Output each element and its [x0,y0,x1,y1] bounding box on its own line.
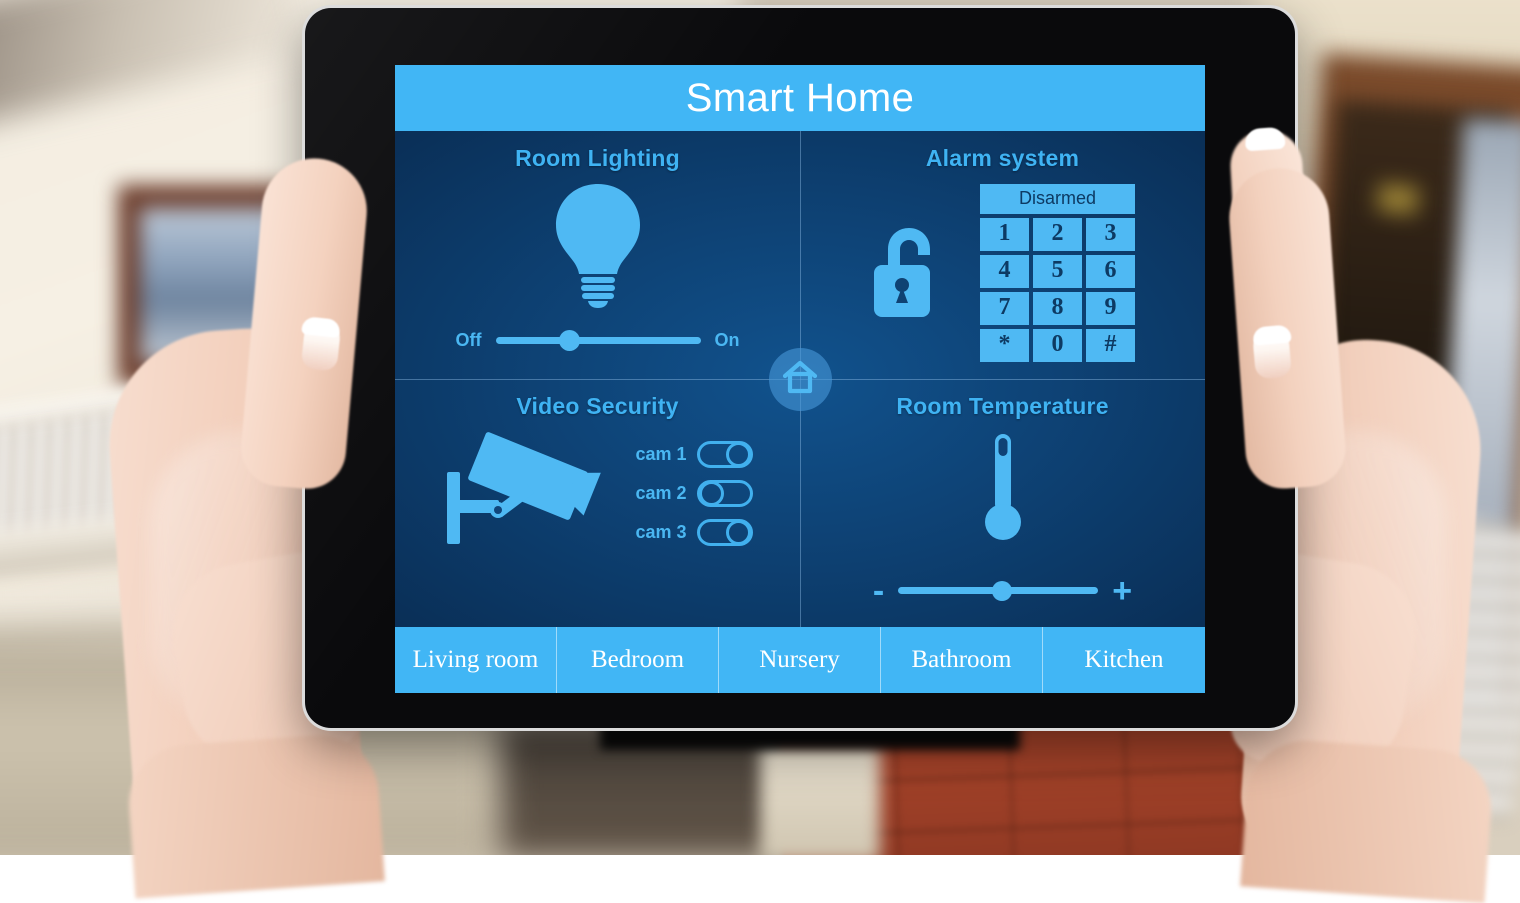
panel-title-room-lighting: Room Lighting [515,145,680,172]
camera-label-1: cam 1 [631,444,687,465]
lighting-slider-track[interactable] [496,337,701,344]
temperature-slider-track[interactable] [898,587,1098,594]
alarm-keypad[interactable]: Disarmed 1 2 3 4 5 6 7 8 9 * 0 # [980,184,1135,362]
panel-title-alarm-system: Alarm system [926,145,1079,172]
toggle-knob [699,481,724,506]
keypad-key-4[interactable]: 4 [980,255,1029,288]
camera-label-2: cam 2 [631,483,687,504]
home-button[interactable] [769,348,832,411]
keypad-key-9[interactable]: 9 [1086,292,1135,325]
lighting-slider-min-label: Off [456,330,482,351]
alarm-content-row: Disarmed 1 2 3 4 5 6 7 8 9 * 0 # [870,184,1135,362]
panel-title-room-temperature: Room Temperature [896,393,1108,420]
camera-toggle-3[interactable] [697,519,753,546]
app-title-bar: Smart Home [395,65,1205,131]
video-content-row: cam 1 cam 2 cam 3 [443,432,753,555]
temperature-slider-knob[interactable] [992,581,1012,601]
panel-video-security[interactable]: Video Security [395,379,800,627]
lightbulb-icon[interactable] [546,180,650,313]
camera-label-3: cam 3 [631,522,687,543]
keypad-key-2[interactable]: 2 [1033,218,1082,251]
lighting-slider-row[interactable]: Off On [395,330,800,351]
tablet-screen: Smart Home Room Lighting Off [395,65,1205,693]
keypad-key-3[interactable]: 3 [1086,218,1135,251]
room-tab-bar: Living room Bedroom Nursery Bathroom Kit… [395,627,1205,693]
tablet-device: Smart Home Room Lighting Off [305,8,1295,728]
tab-living-room[interactable]: Living room [395,627,557,693]
home-icon [782,360,818,399]
camera-toggle-2[interactable] [697,480,753,507]
control-grid: Room Lighting Off On [395,131,1205,627]
keypad-key-hash[interactable]: # [1086,329,1135,362]
tab-bedroom[interactable]: Bedroom [557,627,719,693]
lighting-slider-knob[interactable] [559,330,580,351]
temperature-increase-label[interactable]: + [1112,581,1132,601]
bg-door-glint [1377,183,1420,215]
toggle-knob [726,442,751,467]
temperature-slider-row[interactable]: - + [800,581,1205,601]
alarm-status-badge: Disarmed [980,184,1135,214]
toggle-knob [726,520,751,545]
panel-title-video-security: Video Security [516,393,678,420]
camera-row-3[interactable]: cam 3 [631,519,753,546]
right-hand-wrist [1240,737,1495,903]
keypad-key-6[interactable]: 6 [1086,255,1135,288]
left-hand-wrist [125,731,385,898]
keypad-key-1[interactable]: 1 [980,218,1029,251]
bg-step-edge [760,742,880,855]
camera-row-1[interactable]: cam 1 [631,441,753,468]
keypad-key-8[interactable]: 8 [1033,292,1082,325]
camera-toggle-list: cam 1 cam 2 cam 3 [631,441,753,546]
tab-nursery[interactable]: Nursery [719,627,881,693]
panel-room-lighting[interactable]: Room Lighting Off On [395,131,800,379]
panel-alarm-system[interactable]: Alarm system Disarmed 1 2 [800,131,1205,379]
camera-toggle-1[interactable] [697,441,753,468]
open-padlock-icon[interactable] [870,221,944,326]
tab-bathroom[interactable]: Bathroom [881,627,1043,693]
temperature-decrease-label[interactable]: - [873,581,884,601]
lighting-slider-max-label: On [715,330,740,351]
page-title: Smart Home [686,76,915,121]
keypad-key-0[interactable]: 0 [1033,329,1082,362]
tab-kitchen[interactable]: Kitchen [1043,627,1205,693]
thermometer-icon[interactable] [973,430,1033,555]
panel-room-temperature[interactable]: Room Temperature - + [800,379,1205,627]
right-thumb-nail-tip [1252,324,1291,345]
keypad-key-star[interactable]: * [980,329,1029,362]
keypad-key-7[interactable]: 7 [980,292,1029,325]
cctv-camera-icon[interactable] [443,432,611,555]
right-upper-finger-nail [1244,127,1285,152]
keypad-key-5[interactable]: 5 [1033,255,1082,288]
camera-row-2[interactable]: cam 2 [631,480,753,507]
